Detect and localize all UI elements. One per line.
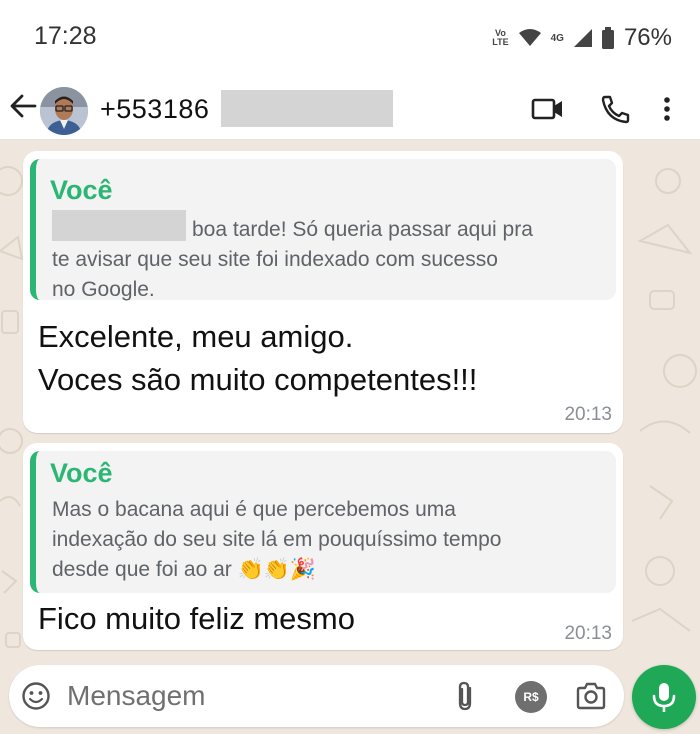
payment-button[interactable]: R$ <box>515 681 547 713</box>
quote-text: boa tarde! Só queria passar aqui pra te … <box>52 210 533 305</box>
chat-area[interactable]: Você boa tarde! Só queria passar aqui pr… <box>0 141 700 661</box>
battery-percent: 76% <box>623 24 672 51</box>
quoted-message[interactable]: Você boa tarde! Só queria passar aqui pr… <box>30 159 616 301</box>
quoted-message[interactable]: Você Mas o bacana aqui é que percebemos … <box>30 451 616 593</box>
chat-header: +553186 <box>0 72 700 140</box>
back-arrow-icon[interactable] <box>8 91 38 121</box>
redacted-contact-number <box>221 90 393 127</box>
mic-button[interactable] <box>632 665 696 729</box>
quote-text: Mas o bacana aqui é que percebemos uma i… <box>52 498 502 581</box>
video-call-icon[interactable] <box>531 94 565 124</box>
message-composer: R$ <box>9 665 624 727</box>
contact-name[interactable]: +553186 <box>100 94 209 125</box>
more-vert-icon[interactable] <box>657 94 677 124</box>
mic-icon <box>652 683 676 712</box>
status-indicators: Vo LTE 4G 76% <box>492 24 672 52</box>
phone-icon[interactable] <box>598 94 632 124</box>
emoji-icon[interactable] <box>21 681 51 711</box>
wifi-icon <box>518 29 541 46</box>
quote-author: Você <box>50 175 113 205</box>
message-time: 20:13 <box>564 623 612 644</box>
message-time: 20:13 <box>564 404 612 425</box>
message-input[interactable] <box>67 675 427 717</box>
message-bubble[interactable]: Você Mas o bacana aqui é que percebemos … <box>23 443 623 650</box>
message-bubble[interactable]: Você boa tarde! Só queria passar aqui pr… <box>23 151 623 433</box>
status-bar: 17:28 Vo LTE 4G 76% <box>0 0 700 72</box>
camera-icon[interactable] <box>575 681 607 711</box>
attach-icon[interactable] <box>452 680 480 712</box>
volte-icon: Vo LTE <box>492 28 509 47</box>
quote-author: Você <box>50 458 113 488</box>
message-text: Fico muito feliz mesmo <box>38 601 355 636</box>
avatar[interactable] <box>40 87 88 135</box>
redacted-name <box>52 210 186 241</box>
battery-icon <box>601 27 614 49</box>
signal-icon <box>573 29 592 47</box>
status-time: 17:28 <box>34 22 97 50</box>
message-text: Excelente, meu amigo. Voces são muito co… <box>38 319 478 397</box>
network-type: 4G <box>550 32 564 44</box>
